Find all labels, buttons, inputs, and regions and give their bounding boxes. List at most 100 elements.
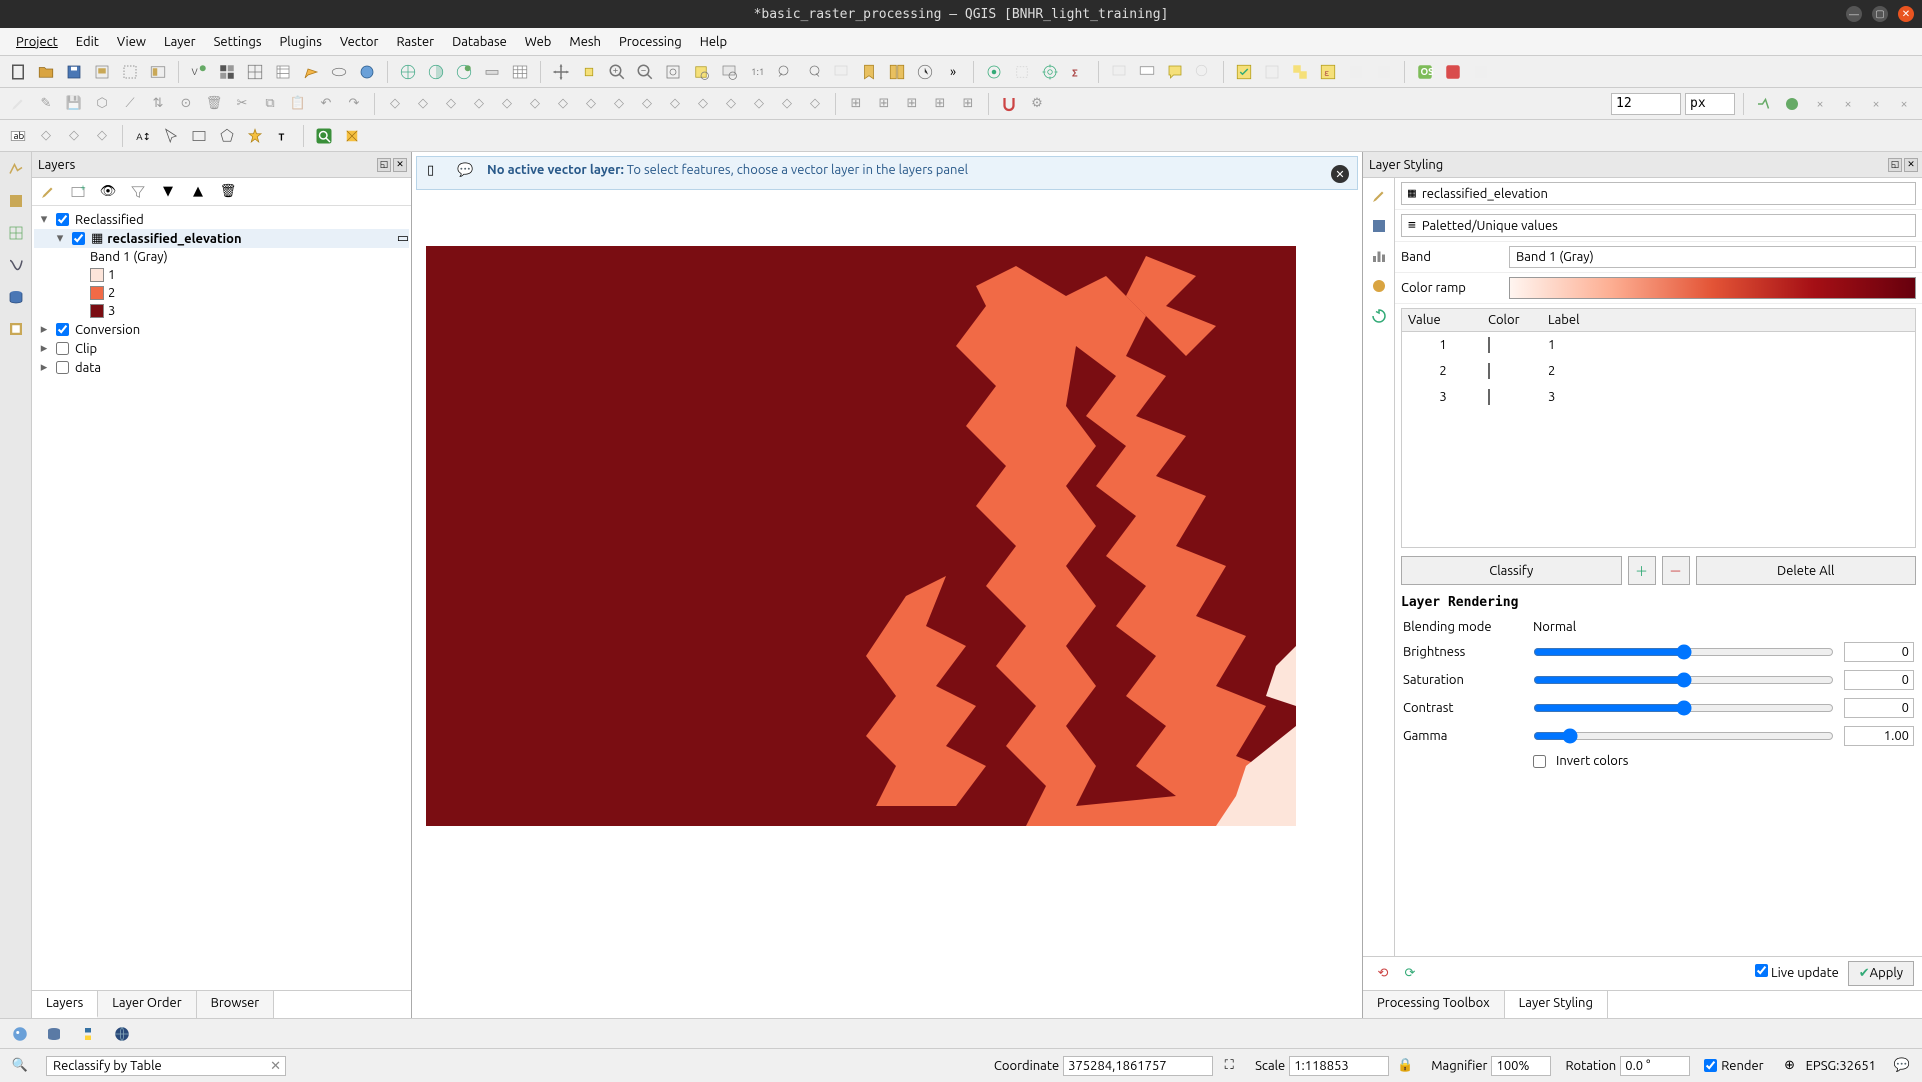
crs-button[interactable]: EPSG:32651	[1806, 1059, 1876, 1073]
brightness-value[interactable]	[1844, 642, 1914, 662]
zoom-native-icon[interactable]: 1:1	[745, 60, 769, 84]
mag-input[interactable]	[1491, 1056, 1551, 1076]
renderer-select[interactable]: ≡ Paletted/Unique values	[1401, 214, 1916, 237]
tab-browser[interactable]: Browser	[197, 991, 275, 1018]
new-vector-layer-icon[interactable]: V	[187, 60, 211, 84]
maximize-button[interactable]: ▢	[1872, 6, 1888, 22]
gamma-slider[interactable]	[1533, 728, 1834, 744]
tab-processing-toolbox[interactable]: Processing Toolbox	[1363, 991, 1505, 1018]
snap-unit-select[interactable]: px	[1685, 93, 1735, 115]
metadata-icon[interactable]	[424, 60, 448, 84]
color-swatch[interactable]	[1488, 389, 1490, 405]
color-swatch[interactable]	[1488, 337, 1490, 353]
menu-vector[interactable]: Vector	[332, 31, 387, 53]
map-canvas[interactable]	[416, 198, 1358, 1014]
measure-icon[interactable]	[480, 60, 504, 84]
select-by-expr-icon[interactable]	[1288, 60, 1312, 84]
style-dock-icon[interactable]	[36, 180, 60, 204]
web-browser-icon[interactable]	[110, 1022, 134, 1046]
add-raster-icon[interactable]	[3, 188, 29, 214]
group-visibility-checkbox[interactable]	[56, 213, 69, 226]
crs-icon[interactable]: ⊕	[1778, 1054, 1802, 1078]
attributes-table-icon[interactable]	[508, 60, 532, 84]
add-vector-icon[interactable]	[3, 156, 29, 182]
color-swatch[interactable]	[1488, 363, 1490, 379]
tab-layer-styling[interactable]: Layer Styling	[1505, 991, 1608, 1018]
expand-all-icon[interactable]: ▼	[156, 180, 180, 204]
contrast-slider[interactable]	[1533, 700, 1834, 716]
virtual-layer-icon[interactable]	[327, 60, 351, 84]
saturation-slider[interactable]	[1533, 672, 1834, 688]
zoom-next-icon[interactable]	[801, 60, 825, 84]
layer-name[interactable]: reclassified_elevation	[107, 232, 241, 246]
add-postgis-icon[interactable]	[3, 284, 29, 310]
col-value[interactable]: Value	[1402, 309, 1482, 331]
feature-edit-icon[interactable]	[299, 60, 323, 84]
web-globe-icon[interactable]	[396, 60, 420, 84]
menu-help[interactable]: Help	[692, 31, 735, 53]
save-project-icon[interactable]	[62, 60, 86, 84]
tree-toggle[interactable]: ▸	[38, 341, 50, 356]
extents-icon[interactable]: ⛶	[1217, 1054, 1241, 1078]
zoom-to-selection-icon[interactable]	[689, 60, 713, 84]
selection-arrow-icon[interactable]	[159, 124, 183, 148]
filter-legend-icon[interactable]	[126, 180, 150, 204]
group-name[interactable]: Clip	[75, 342, 97, 356]
wms-layer-icon[interactable]	[355, 60, 379, 84]
identify-icon[interactable]	[982, 60, 1006, 84]
tree-toggle[interactable]: ▾	[38, 212, 50, 227]
panel-float-icon[interactable]: ◱	[377, 158, 391, 172]
tree-toggle[interactable]: ▸	[38, 322, 50, 337]
invert-colors-checkbox[interactable]	[1533, 755, 1546, 768]
zoom-full-icon[interactable]	[661, 60, 685, 84]
osm-icon[interactable]: OSM	[1413, 60, 1437, 84]
col-label[interactable]: Label	[1542, 309, 1586, 331]
text-tool-icon[interactable]: T	[271, 124, 295, 148]
group-visibility-checkbox[interactable]	[56, 342, 69, 355]
panel-close-icon[interactable]: ✕	[393, 158, 407, 172]
python-icon[interactable]	[76, 1022, 100, 1046]
menu-settings[interactable]: Settings	[206, 31, 270, 53]
coord-input[interactable]	[1063, 1056, 1213, 1076]
remove-class-button[interactable]: －	[1662, 556, 1690, 585]
delete-all-button[interactable]: Delete All	[1696, 556, 1917, 585]
menu-plugins[interactable]: Plugins	[272, 31, 330, 53]
menu-project[interactable]: Project	[8, 31, 66, 53]
decoration-1[interactable]: A↕	[131, 124, 155, 148]
history-tab-icon[interactable]	[1367, 304, 1391, 328]
topo-edit-icon[interactable]	[1752, 92, 1776, 116]
new-bookmark-icon[interactable]	[857, 60, 881, 84]
georeference-icon[interactable]	[452, 60, 476, 84]
histogram-tab-icon[interactable]	[1367, 244, 1391, 268]
database-icon[interactable]	[42, 1022, 66, 1046]
tree-toggle[interactable]: ▾	[54, 231, 66, 246]
new-project-icon[interactable]	[6, 60, 30, 84]
apply-button[interactable]: ✔Apply	[1848, 961, 1914, 986]
new-print-layout-icon[interactable]	[90, 60, 114, 84]
rot-input[interactable]	[1620, 1056, 1690, 1076]
remove-layer-icon[interactable]: 🗑	[216, 180, 240, 204]
messages-icon[interactable]: 💬	[1890, 1054, 1914, 1078]
band-select[interactable]: Band 1 (Gray)	[1509, 246, 1916, 268]
pan-to-selection-icon[interactable]	[577, 60, 601, 84]
shape-star-icon[interactable]	[243, 124, 267, 148]
layer-visibility-checkbox[interactable]	[72, 232, 85, 245]
label-toolbar-1[interactable]: ab	[6, 124, 30, 148]
add-group-icon[interactable]: +	[66, 180, 90, 204]
collapse-all-icon[interactable]: ▲	[186, 180, 210, 204]
layer-select[interactable]: ▦ reclassified_elevation	[1401, 182, 1916, 205]
symbology-tab-icon[interactable]	[1367, 184, 1391, 208]
menu-raster[interactable]: Raster	[388, 31, 442, 53]
python-console-icon[interactable]	[8, 1022, 32, 1046]
panel-float-icon[interactable]: ◱	[1888, 158, 1902, 172]
layers-tree[interactable]: ▾ Reclassified ▾ ▦ reclassified_elevatio…	[32, 206, 411, 990]
contrast-value[interactable]	[1844, 698, 1914, 718]
processing-toolbox-icon[interactable]	[1038, 60, 1062, 84]
map-decorations-icon[interactable]	[340, 124, 364, 148]
scale-input[interactable]	[1289, 1056, 1389, 1076]
shape-rect-icon[interactable]	[187, 124, 211, 148]
new-mesh-layer-icon[interactable]	[243, 60, 267, 84]
shape-poly-icon[interactable]	[215, 124, 239, 148]
table-row[interactable]: 1 1	[1402, 332, 1915, 358]
render-checkbox[interactable]	[1704, 1059, 1717, 1072]
